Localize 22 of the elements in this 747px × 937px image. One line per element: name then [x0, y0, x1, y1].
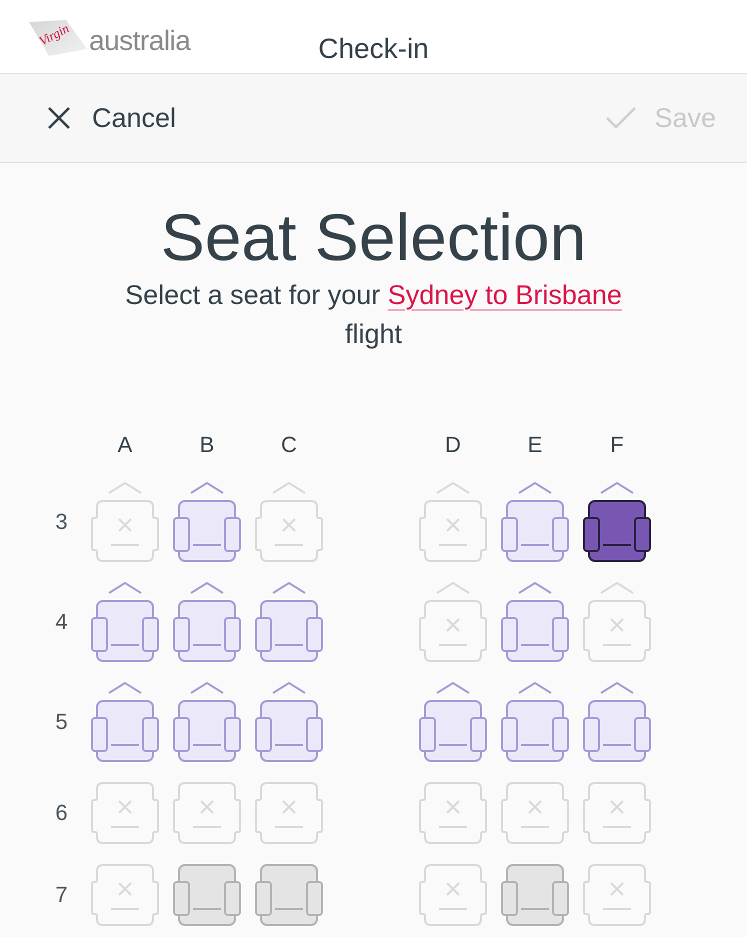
header-title: Check-in — [318, 32, 429, 66]
logo-tag-icon — [28, 19, 88, 57]
column-label: A — [118, 433, 132, 457]
close-icon — [47, 106, 71, 130]
page-title: Seat Selection — [160, 204, 586, 270]
seat-icon[interactable] — [583, 500, 651, 562]
column-label: E — [528, 433, 542, 457]
row-label: 5 — [55, 710, 68, 734]
subtitle-text: Select a seat for your Sydney to Brisbane flight — [124, 279, 623, 351]
logo-wordmark: australia — [89, 27, 190, 55]
cancel-button[interactable]: Cancel — [47, 102, 176, 134]
column-label: F — [610, 433, 624, 457]
row-label: 3 — [55, 510, 68, 534]
check-icon — [606, 107, 636, 129]
row-label: 4 — [55, 610, 68, 634]
column-label: B — [200, 433, 214, 457]
logo-script: Virgin — [36, 21, 71, 48]
column-label: C — [281, 433, 297, 457]
route-link[interactable]: Sydney to Brisbane — [388, 280, 622, 310]
column-label: D — [445, 433, 461, 457]
row-label: 6 — [55, 801, 68, 825]
row-label: 7 — [55, 883, 68, 907]
